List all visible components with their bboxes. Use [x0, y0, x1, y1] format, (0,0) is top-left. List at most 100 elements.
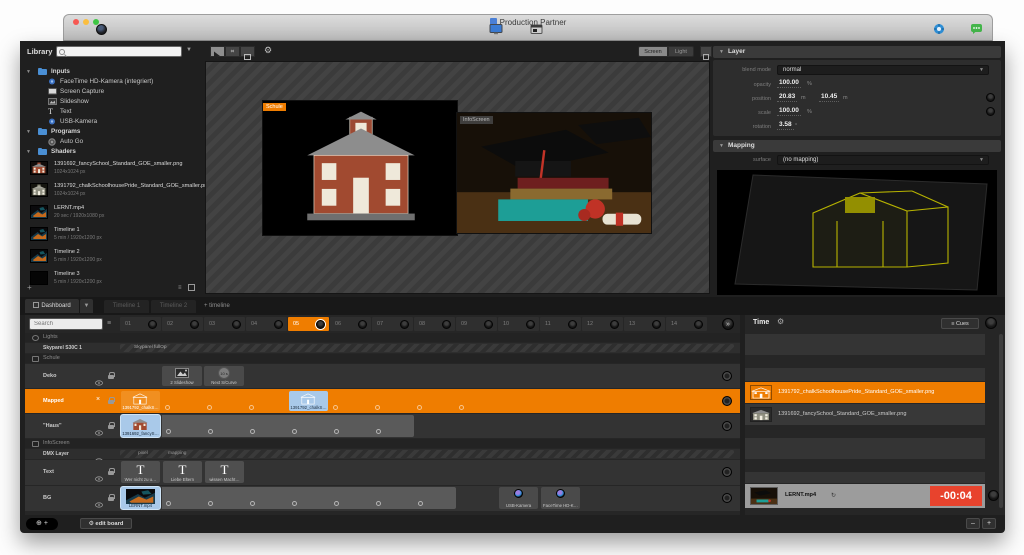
group-header-infoscreen[interactable]: InfoScreen	[25, 439, 740, 448]
time-row[interactable]: 1391692_fancySchool_Standard_GOE_smaller…	[745, 404, 985, 425]
clip-text-1[interactable]: TWer nicht zu u…	[121, 461, 160, 483]
add-timeline-button[interactable]: + timeline	[204, 303, 230, 309]
tab-dashboard[interactable]: Dashboard	[25, 299, 79, 313]
loop-icon[interactable]: ↻	[831, 492, 836, 499]
cues-button[interactable]: ≡ Cues	[941, 318, 979, 329]
cue-cell[interactable]: 02	[162, 317, 203, 331]
preview-settings-gear-icon[interactable]: ⚙	[264, 45, 272, 56]
library-media-item[interactable]: LERNT.mp4 20 sec / 1920x1080 px	[26, 203, 216, 223]
library-search-dropdown-icon[interactable]: ▼	[186, 47, 192, 53]
cue-cell[interactable]: 12	[582, 317, 623, 331]
time-row-empty[interactable]	[745, 426, 985, 437]
time-row-empty[interactable]	[745, 334, 985, 355]
group-header-schule[interactable]: Schule	[25, 354, 740, 363]
library-item-slideshow[interactable]: Slideshow	[24, 97, 216, 107]
track-bg[interactable]: BG LERNT.mp4 USB-K	[25, 486, 740, 511]
cue-go-button[interactable]	[316, 320, 325, 329]
clip-slideshow[interactable]: 2 Slideshow	[162, 366, 202, 386]
clip-bg-lernt[interactable]: LERNT.mp4	[121, 487, 160, 509]
row-play-knob[interactable]	[988, 490, 999, 501]
clip-mapped-1[interactable]: 1391792_chalkS…	[121, 391, 160, 411]
timeline-search-input[interactable]	[29, 318, 103, 330]
library-media-item[interactable]: Timeline 1 5 min / 1920x1200 px	[26, 225, 216, 245]
cue-go-button[interactable]	[358, 320, 367, 329]
clip-skyparel[interactable]: Skyparel fullOp	[120, 344, 734, 352]
screen-schule[interactable]: Schule	[263, 101, 457, 235]
mute-x-icon[interactable]: ×	[96, 396, 100, 403]
track-options-knob[interactable]	[722, 421, 732, 431]
screen-infoscreen[interactable]: InfoScreen	[457, 113, 651, 233]
lock-icon[interactable]	[108, 422, 114, 429]
move-tool-button[interactable]	[210, 46, 225, 57]
disclosure-icon[interactable]: ▼	[26, 127, 31, 137]
eye-icon[interactable]	[95, 451, 103, 457]
fullscreen-toggle-button[interactable]	[700, 46, 712, 57]
collapse-triangle-icon[interactable]: ▼	[719, 49, 724, 55]
clip-haus-selected[interactable]: 1391692_fancyS…	[121, 415, 160, 437]
cue-go-button[interactable]	[484, 320, 493, 329]
cue-cell[interactable]: 13	[624, 317, 665, 331]
library-add-button[interactable]: +	[27, 283, 32, 292]
group-header-lights[interactable]: Lights	[25, 333, 740, 342]
cue-go-button[interactable]	[400, 320, 409, 329]
track-mapped[interactable]: Mapped × 1391792_chalkS… 1391792_chalkS…	[25, 389, 740, 413]
lock-icon[interactable]	[108, 397, 114, 404]
cue-cell[interactable]: 14	[666, 317, 707, 331]
dashboard-dropdown-button[interactable]: ▼	[80, 299, 93, 313]
track-options-knob[interactable]	[722, 371, 732, 381]
library-group-inputs[interactable]: ▼ Inputs	[24, 67, 216, 77]
library-group-shaders[interactable]: ▼ Shaders	[24, 147, 216, 157]
cue-go-button[interactable]	[274, 320, 283, 329]
disclosure-icon[interactable]: ▼	[26, 147, 31, 157]
cue-cell[interactable]: 09	[456, 317, 497, 331]
library-item-usb-kamera[interactable]: USB-Kamera	[24, 117, 216, 127]
library-item-auto-go[interactable]: Auto Go	[24, 137, 216, 147]
library-media-item[interactable]: 1391692_fancySchool_Standard_GOE_smaller…	[26, 159, 216, 179]
grid-view-icon[interactable]	[188, 284, 195, 291]
cue-cell[interactable]: 08	[414, 317, 455, 331]
time-panel-knob[interactable]	[985, 317, 997, 329]
eye-icon[interactable]	[95, 373, 103, 379]
disclosure-icon[interactable]: ▼	[26, 67, 31, 77]
track-options-knob[interactable]	[722, 467, 732, 477]
track-deko[interactable]: Deko 2 Slideshow 10 s Next S/Curve	[25, 364, 740, 388]
cue-advance-button[interactable]: »	[722, 318, 734, 330]
library-item-facetime[interactable]: FaceTime HD-Kamera (integriert)	[24, 77, 216, 87]
mapping-3d-view[interactable]	[717, 170, 997, 295]
cue-go-button[interactable]	[610, 320, 619, 329]
cue-go-button[interactable]	[148, 320, 157, 329]
time-row-empty[interactable]	[745, 438, 985, 459]
edit-board-button[interactable]: ⚙ edit board	[80, 518, 132, 529]
plus-icon[interactable]: +	[44, 520, 48, 527]
cue-go-button[interactable]	[190, 320, 199, 329]
clip-mapped-selected[interactable]: 1391792_chalkS…	[289, 391, 328, 411]
cue-go-button[interactable]	[652, 320, 661, 329]
library-group-programs[interactable]: ▼ Programs	[24, 127, 216, 137]
add-remove-pill[interactable]: ⊕ +	[26, 518, 58, 530]
cue-cell[interactable]: 11	[540, 317, 581, 331]
output-frame-tool-button[interactable]	[240, 46, 255, 57]
library-search-input[interactable]	[56, 46, 182, 57]
time-row-empty[interactable]	[745, 356, 985, 367]
time-row-active[interactable]: 1391792_chalkSchoolhousePride_Standard_G…	[745, 382, 985, 403]
track-options-knob[interactable]	[722, 396, 732, 406]
time-settings-gear-icon[interactable]: ⚙	[777, 317, 784, 326]
surface-select[interactable]: (no mapping)▼	[777, 155, 989, 165]
tab-timeline-1[interactable]: Timeline 1	[104, 300, 149, 313]
collapse-triangle-icon[interactable]: ▼	[719, 143, 724, 149]
track-options-knob[interactable]	[722, 493, 732, 503]
add-circle-icon[interactable]: ⊕	[36, 520, 42, 527]
cue-go-button[interactable]	[694, 320, 703, 329]
library-item-screen-capture[interactable]: Screen Capture	[24, 87, 216, 97]
clip-bg-extension[interactable]	[162, 487, 456, 509]
preview-canvas[interactable]: Schule InfoScreen	[205, 61, 710, 294]
mapping-section-header[interactable]: ▼Mapping	[713, 140, 1001, 152]
track-haus[interactable]: "Haus" 1391692_fancyS…	[25, 414, 740, 438]
clip-usb-kamera[interactable]: USB-Kamera	[499, 487, 538, 509]
cue-cell[interactable]: 01	[120, 317, 161, 331]
position-x-field[interactable]: 20.83	[777, 93, 797, 102]
library-media-item[interactable]: 1391792_chalkSchoolhousePride_Standard_G…	[26, 181, 216, 201]
cue-cell[interactable]: 10	[498, 317, 539, 331]
eye-icon[interactable]	[95, 469, 103, 475]
track-skyparel[interactable]: Skyparel S30C 1 Skyparel fullOp	[25, 343, 740, 353]
